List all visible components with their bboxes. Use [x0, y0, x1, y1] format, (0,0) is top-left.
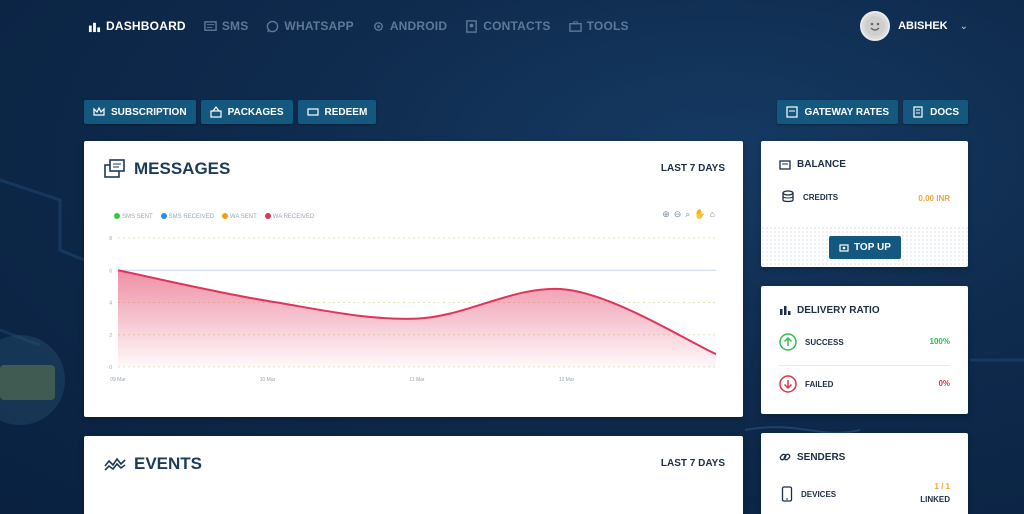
- contacts-icon: [466, 19, 478, 33]
- devices-row: DEVICES: [781, 486, 836, 502]
- action-buttons-left: SUBSCRIPTION PACKAGES REDEEM: [84, 100, 377, 124]
- money-icon: [839, 243, 849, 252]
- bar-chart-icon: [88, 22, 101, 32]
- devices-count: 1 / 1: [934, 482, 950, 491]
- action-buttons-right: GATEWAY RATES DOCS: [777, 100, 968, 124]
- bar-chart-icon: [780, 306, 791, 315]
- user-menu[interactable]: ABISHEK ⌄: [860, 11, 968, 41]
- button-label: TOP UP: [854, 242, 891, 253]
- x-tick-label: 12 Mar: [559, 377, 575, 383]
- messages-chart: 0 2 4 6 8 09 Mar 10 Mar 11 Mar 12 Mar: [109, 236, 717, 383]
- nav-label: WHATSAPP: [284, 19, 354, 33]
- nav-tools[interactable]: TOOLS: [568, 19, 629, 33]
- delivery-ratio-card: DELIVERY RATIO SUCCESS 100% FAILED 0%: [761, 286, 968, 414]
- button-label: GATEWAY RATES: [804, 106, 890, 118]
- ticket-icon: [306, 108, 319, 116]
- devices-label: DEVICES: [801, 489, 837, 499]
- tools-icon: [568, 20, 582, 32]
- redeem-button[interactable]: REDEEM: [297, 100, 377, 124]
- button-label: PACKAGES: [227, 106, 284, 118]
- y-tick-label: 4: [109, 301, 112, 307]
- failed-label: FAILED: [805, 379, 834, 389]
- username: ABISHEK: [898, 20, 948, 32]
- top-nav: DASHBOARD SMS WHATSAPP ANDROID CONTACTS …: [88, 12, 629, 40]
- nav-label: TOOLS: [586, 19, 629, 33]
- credits-row: CREDITS: [779, 189, 838, 205]
- card-title-text: EVENTS: [134, 454, 203, 473]
- events-title: EVENTS: [104, 454, 202, 474]
- senders-card: SENDERS DEVICES 1 / 1 LINKED: [761, 433, 968, 514]
- docs-button[interactable]: DOCS: [903, 100, 968, 124]
- x-tick-label: 09 Mar: [110, 377, 126, 383]
- link-icon: [779, 453, 791, 461]
- events-range[interactable]: LAST 7 DAYS: [661, 458, 725, 469]
- packages-icon: [209, 106, 222, 118]
- y-tick-label: 2: [109, 333, 112, 339]
- coins-icon: [782, 190, 794, 203]
- subscription-button[interactable]: SUBSCRIPTION: [84, 100, 196, 124]
- button-label: SUBSCRIPTION: [111, 106, 187, 118]
- gateway-rates-button[interactable]: GATEWAY RATES: [777, 100, 899, 124]
- nav-contacts[interactable]: CONTACTS: [465, 19, 550, 33]
- success-row: SUCCESS: [779, 333, 844, 351]
- packages-button[interactable]: PACKAGES: [200, 100, 293, 124]
- button-label: REDEEM: [324, 106, 368, 118]
- y-tick-label: 6: [109, 268, 112, 274]
- arrow-up-circle-icon: [779, 333, 797, 351]
- rates-icon: [786, 106, 799, 118]
- senders-title: SENDERS: [779, 451, 845, 463]
- nav-sms[interactable]: SMS: [204, 19, 249, 33]
- whatsapp-icon: [267, 20, 279, 32]
- smiley-icon: [865, 16, 886, 36]
- top-up-button[interactable]: TOP UP: [829, 236, 901, 259]
- credits-label: CREDITS: [803, 192, 839, 202]
- balance-title: BALANCE: [779, 159, 846, 170]
- avatar: [860, 11, 891, 41]
- nav-label: SMS: [221, 19, 249, 33]
- failed-row: FAILED: [779, 375, 833, 393]
- docs-icon: [913, 106, 923, 118]
- balance-card: BALANCE CREDITS 0.00 INR TOP UP: [761, 141, 968, 267]
- devices-status: LINKED: [920, 495, 950, 504]
- arrow-down-circle-icon: [779, 375, 797, 393]
- card-title-text: DELIVERY RATIO: [797, 304, 880, 316]
- nav-label: DASHBOARD: [106, 19, 186, 33]
- nav-whatsapp[interactable]: WHATSAPP: [266, 19, 354, 33]
- button-label: DOCS: [930, 106, 959, 118]
- nav-label: CONTACTS: [483, 19, 551, 33]
- events-icon: [104, 457, 126, 471]
- y-tick-label: 8: [109, 236, 112, 242]
- messages-card: MESSAGES LAST 7 DAYS SMS SENT SMS RECEIV…: [84, 141, 743, 417]
- chevron-down-icon: ⌄: [959, 20, 968, 32]
- crown-icon: [93, 106, 105, 116]
- divider: [779, 365, 950, 366]
- delivery-title: DELIVERY RATIO: [779, 304, 880, 316]
- x-tick-label: 10 Mar: [260, 377, 276, 383]
- card-title-text: SENDERS: [797, 451, 846, 463]
- phone-icon: [781, 486, 793, 502]
- nav-dashboard[interactable]: DASHBOARD: [88, 19, 186, 33]
- sms-icon: [204, 20, 217, 31]
- nav-label: ANDROID: [389, 19, 448, 33]
- success-label: SUCCESS: [805, 337, 844, 347]
- success-value: 100%: [929, 337, 950, 346]
- android-icon: [373, 21, 383, 31]
- card-title-text: BALANCE: [797, 159, 846, 170]
- nav-android[interactable]: ANDROID: [372, 19, 447, 33]
- credits-value: 0.00 INR: [918, 194, 950, 203]
- failed-value: 0%: [938, 379, 950, 388]
- wallet-icon: [779, 159, 791, 170]
- x-tick-label: 11 Mar: [409, 377, 425, 383]
- y-tick-label: 0: [109, 365, 112, 371]
- events-card: EVENTS LAST 7 DAYS: [84, 436, 743, 514]
